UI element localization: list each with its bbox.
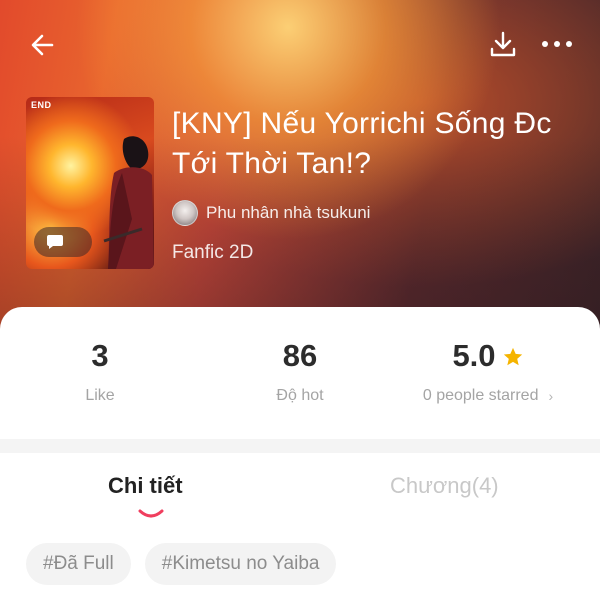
arrow-left-icon [31, 34, 54, 56]
book-cover[interactable]: END [26, 97, 154, 269]
rating-label-row: 0 people starred › [388, 387, 588, 405]
stat-hot: 86 Độ hot [200, 337, 400, 405]
rating-value: 5.0 [452, 338, 496, 373]
rating-button[interactable]: 5.0 0 people starred › [388, 337, 588, 405]
tag-list: #Đã Full #Kimetsu no Yaiba [26, 543, 350, 585]
star-icon [503, 347, 522, 366]
book-title: [KNY] Nếu Yorrichi Sống Đc Tới Thời Tan!… [172, 107, 552, 180]
tag-chip[interactable]: #Kimetsu no Yaiba [144, 543, 337, 585]
author-row[interactable]: Phu nhân nhà tsukuni [172, 199, 370, 227]
details-panel: 3 Like 86 Độ hot 5.0 0 people starred › … [0, 307, 600, 608]
tab-bar: Chi tiết Chương(4) [0, 453, 600, 533]
stat-like: 3 Like [0, 337, 200, 405]
back-button[interactable] [26, 28, 60, 62]
more-horizontal-icon [542, 41, 572, 47]
chevron-right-icon: › [548, 388, 554, 404]
like-label: Like [85, 387, 115, 404]
hot-label: Độ hot [276, 387, 324, 404]
rating-value-row: 5.0 [388, 337, 588, 375]
comment-bubble[interactable] [34, 227, 92, 257]
top-bar [0, 0, 600, 90]
rating-label: 0 people starred [422, 387, 539, 404]
tab-details[interactable]: Chi tiết [108, 473, 183, 499]
download-button[interactable] [487, 28, 519, 60]
tab-chapters[interactable]: Chương(4) [390, 473, 499, 499]
tag-chip[interactable]: #Đã Full [26, 543, 131, 585]
comment-icon [47, 235, 63, 249]
hot-count: 86 [282, 338, 318, 373]
stats-row: 3 Like 86 Độ hot 5.0 0 people starred › [0, 307, 600, 439]
author-name: Phu nhân nhà tsukuni [206, 203, 371, 222]
author-avatar [172, 200, 198, 226]
download-icon [490, 31, 516, 57]
cover-character-figure [103, 136, 154, 269]
like-count: 3 [91, 338, 109, 373]
book-genre: Fanfic 2D [172, 242, 254, 263]
section-divider [0, 439, 600, 453]
end-badge: END [31, 100, 52, 110]
more-options-button[interactable] [540, 30, 574, 58]
active-tab-indicator [138, 509, 164, 518]
